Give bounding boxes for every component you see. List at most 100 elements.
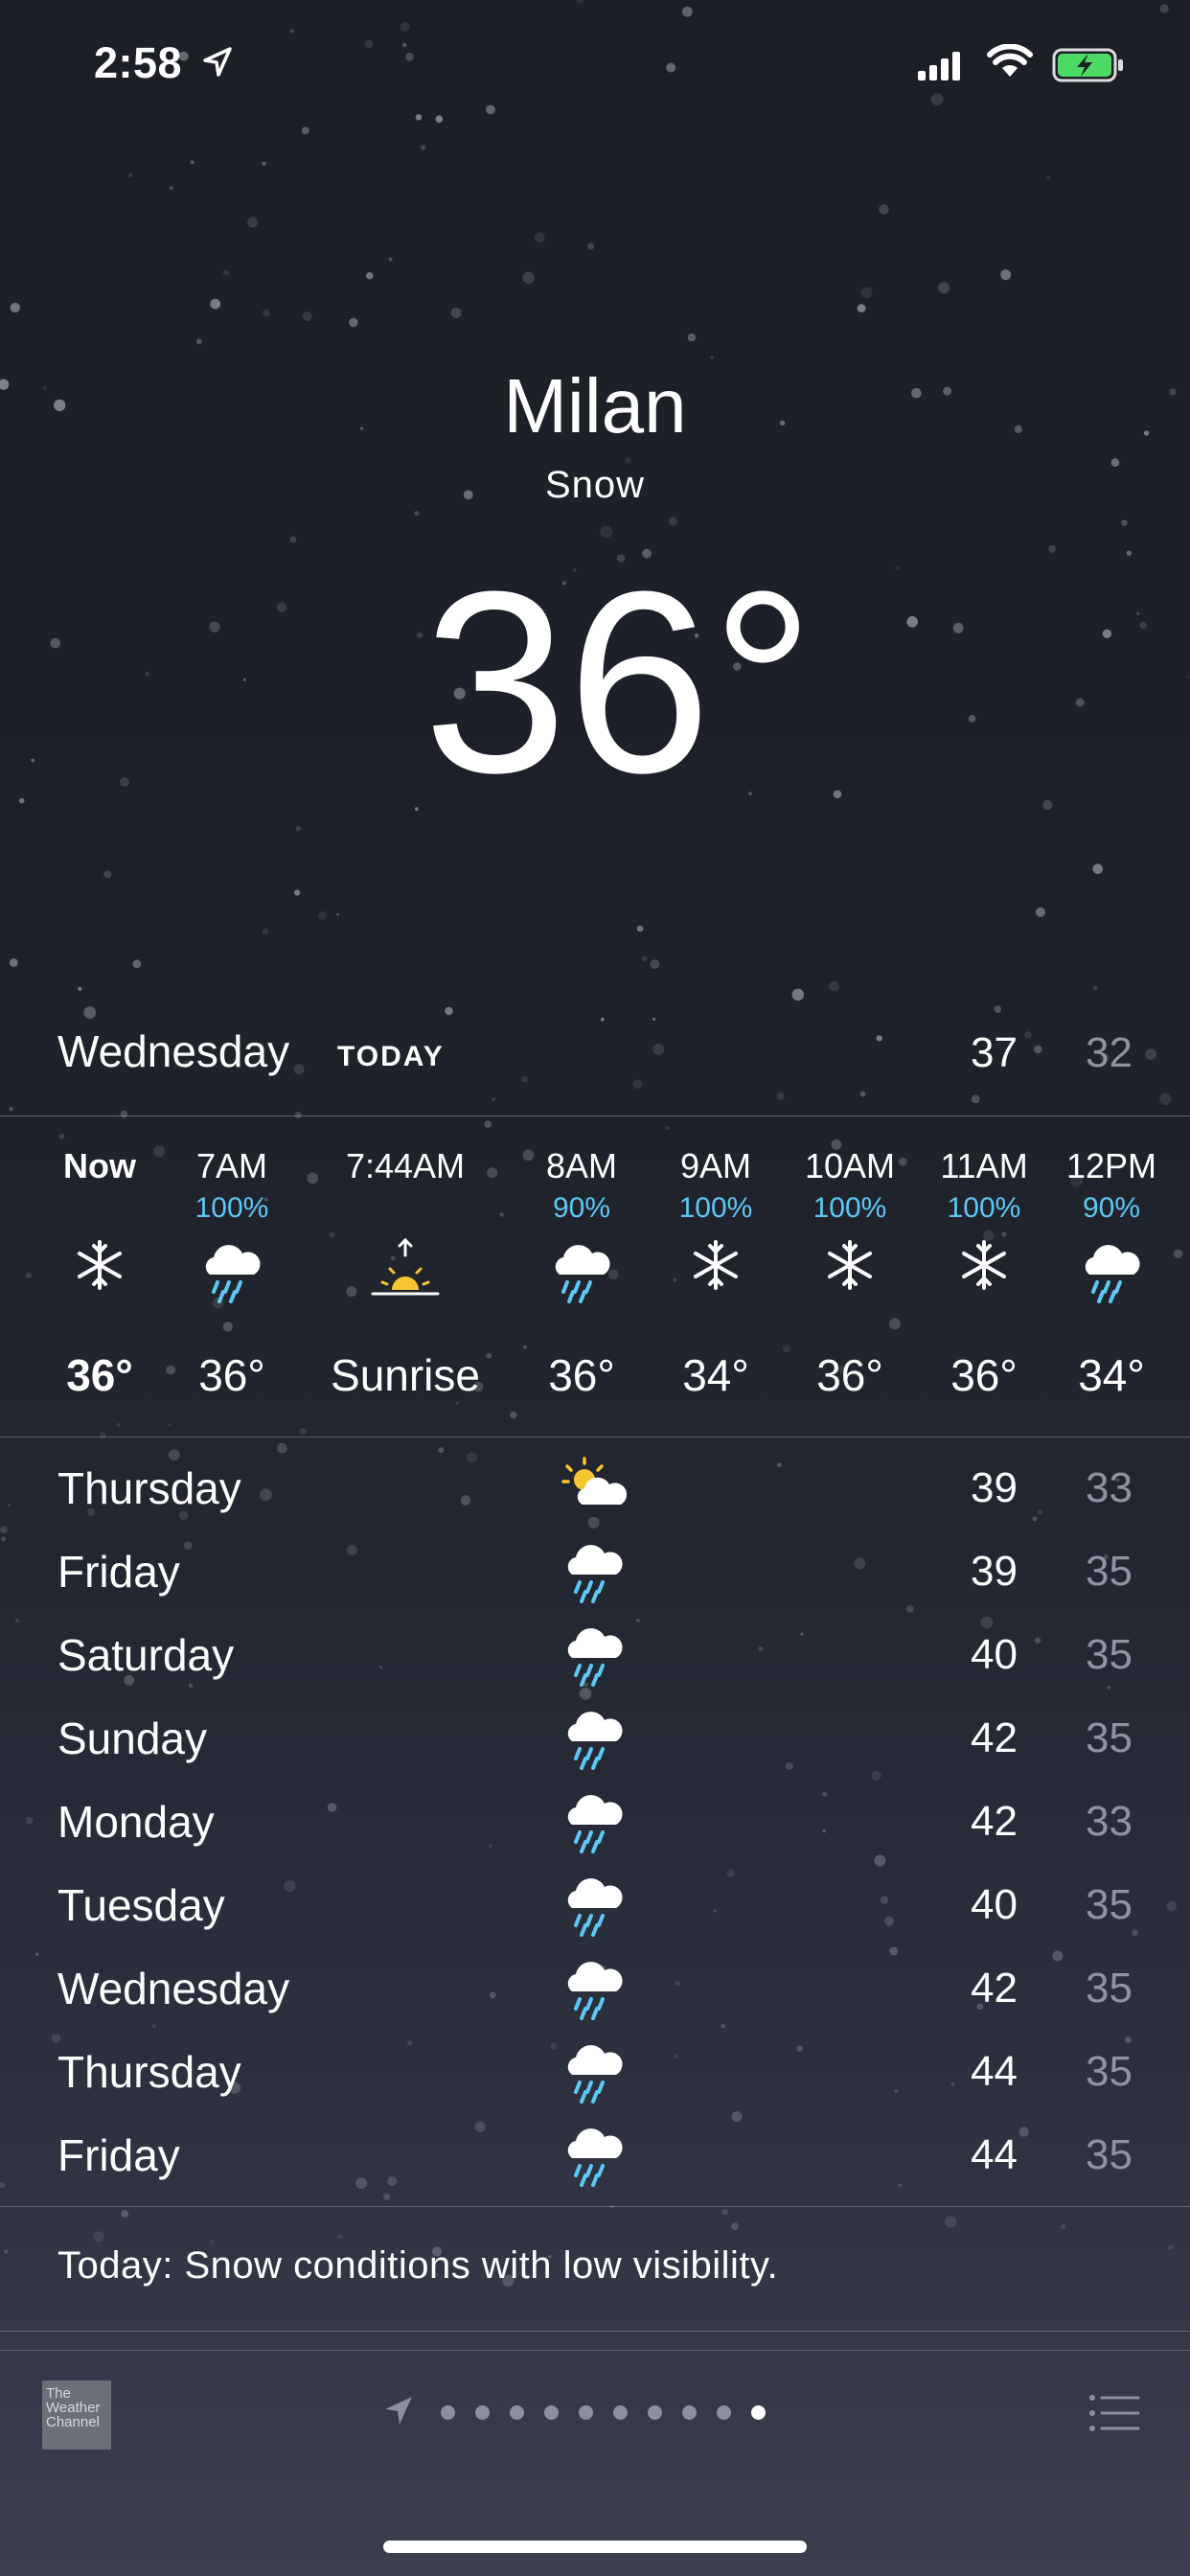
snowflake-dot	[83, 1006, 97, 1019]
snowflake-dot	[262, 928, 269, 935]
page-dot[interactable]	[717, 2405, 731, 2420]
snowflake-dot	[642, 955, 648, 962]
day-name: Sunday	[57, 1714, 208, 1763]
day-row: Saturday 40 35	[57, 1620, 1133, 1703]
snowflake-dot	[289, 536, 297, 543]
snowflake-dot	[861, 287, 873, 299]
snowflake-dot	[336, 912, 339, 916]
snowflake-dot	[1, 1536, 7, 1542]
snowflake-dot	[1046, 175, 1051, 180]
snowflake-dot	[277, 1442, 287, 1454]
page-dot[interactable]	[751, 2405, 766, 2420]
day-low: 35	[1086, 1881, 1133, 1928]
page-dot[interactable]	[544, 2405, 559, 2420]
location-arrow-icon	[203, 47, 232, 77]
day-high: 44	[971, 2131, 1018, 2178]
day-low: 35	[1086, 2131, 1133, 2178]
snowflake-dot	[337, 2234, 342, 2239]
snowflake-dot	[944, 2216, 957, 2228]
day-row: Friday 39 35	[57, 1536, 1133, 1620]
day-name: Saturday	[57, 1630, 235, 1680]
snowflake-icon	[687, 1236, 744, 1299]
snowflake-dot	[364, 39, 374, 49]
day-low: 35	[1086, 1548, 1133, 1595]
rain-cloud-icon	[1078, 1236, 1145, 1308]
snowflake-dot	[636, 925, 644, 932]
snowflake-dot	[169, 185, 173, 191]
rain-cloud-icon	[556, 1870, 632, 1942]
snowflake-dot	[652, 1017, 656, 1022]
logo-text: The Weather Channel	[46, 2385, 101, 2430]
page-dot[interactable]	[510, 2405, 524, 2420]
snowflake-dot	[445, 1006, 453, 1016]
snowflake-dot	[1000, 269, 1012, 281]
toolbar-divider	[0, 2350, 1190, 2351]
hourly-forecast[interactable]: Now 36° 7AM 100% 36° 7:44AM Sunrise 8AM …	[0, 1121, 1190, 1438]
snowflake-dot	[879, 204, 889, 215]
snowflake-dot	[1132, 1929, 1139, 1937]
page-dot[interactable]	[682, 2405, 697, 2420]
snowflake-dot	[625, 457, 631, 464]
location-arrow-icon	[385, 2397, 412, 2425]
day-row: Thursday 39 33	[57, 1453, 1133, 1536]
snowflake-dot	[681, 6, 693, 17]
snowflake-dot	[209, 2240, 214, 2244]
snowflake-dot	[0, 2181, 6, 2189]
city-list-icon[interactable]	[1088, 2392, 1140, 2434]
snowflake-dot	[400, 21, 410, 32]
day-low: 35	[1086, 1714, 1133, 1761]
snowflake-dot	[103, 870, 112, 879]
snowflake-dot	[1159, 1092, 1172, 1105]
snowflake-dot	[587, 242, 595, 250]
page-dot[interactable]	[441, 2405, 455, 2420]
rain-cloud-icon	[556, 2036, 632, 2108]
snowflake-dot	[1092, 863, 1103, 874]
snowflake-dot	[190, 160, 195, 165]
home-indicator[interactable]	[383, 2541, 807, 2553]
divider	[0, 2206, 1190, 2207]
snowflake-dot	[938, 282, 950, 294]
snowflake-dot	[132, 959, 142, 969]
page-dot[interactable]	[475, 2405, 490, 2420]
day-row: Monday 42 33	[57, 1786, 1133, 1870]
snowflake-dot	[710, 356, 714, 359]
snowflake-dot	[650, 959, 660, 970]
day-high: 42	[971, 1965, 1018, 2012]
snowflake-dot	[492, 1097, 495, 1101]
rain-cloud-icon	[198, 1236, 265, 1308]
snowflake-dot	[317, 910, 327, 920]
rain-cloud-icon	[556, 1703, 632, 1775]
today-badge: TODAY	[337, 1041, 445, 1072]
snowflake-dot	[78, 986, 82, 991]
day-high: 40	[971, 1631, 1018, 1678]
snowflake-dot	[1167, 2244, 1174, 2250]
day-low: 35	[1086, 1631, 1133, 1678]
snowflake-dot	[349, 317, 358, 328]
page-dot[interactable]	[648, 2405, 662, 2420]
page-dot[interactable]	[579, 2405, 593, 2420]
day-high: 44	[971, 2048, 1018, 2095]
snowflake-dot	[668, 517, 678, 526]
wifi-icon	[987, 44, 1033, 77]
today-day-name: Wednesday	[57, 1026, 290, 1076]
rain-cloud-icon	[556, 1953, 632, 2025]
weather-channel-logo[interactable]: The Weather Channel	[42, 2380, 111, 2450]
snowflake-dot	[9, 958, 18, 967]
day-low: 33	[1086, 1798, 1133, 1845]
snowflake-icon	[821, 1236, 879, 1299]
day-name: Friday	[57, 2130, 180, 2180]
snowflake-dot	[222, 269, 230, 276]
snowflake-dot	[9, 1106, 13, 1112]
snowflake-dot	[263, 309, 270, 317]
hour-temp: 36°	[198, 1350, 265, 1400]
day-high: 39	[971, 1548, 1018, 1595]
day-name: Friday	[57, 1547, 180, 1597]
snowflake-dot	[601, 1017, 605, 1022]
page-dot[interactable]	[613, 2405, 628, 2420]
snowflake-dot	[302, 311, 312, 321]
rain-cloud-icon	[548, 1236, 615, 1308]
snowflake-dot	[405, 53, 414, 61]
snowflake-dot	[121, 2210, 129, 2218]
snowflake-dot	[421, 145, 426, 150]
rain-cloud-icon	[556, 1620, 632, 1691]
